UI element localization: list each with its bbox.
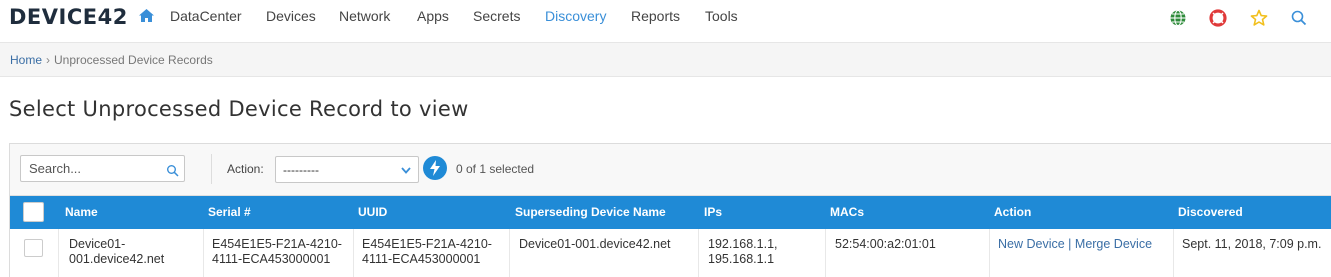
cell-name-line: 001.device42.net: [69, 252, 165, 266]
column-header-macs[interactable]: MACs: [830, 205, 864, 219]
cell-superseding: Device01-001.device42.net: [519, 237, 671, 251]
changelist-panel: Action: --------- 0 of 1 selected Name S…: [9, 143, 1331, 277]
breadcrumb-home-link[interactable]: Home: [10, 53, 42, 67]
cell-divider: [509, 229, 510, 277]
nav-discovery[interactable]: Discovery: [545, 8, 606, 24]
globe-icon[interactable]: [1169, 9, 1187, 27]
column-header-uuid[interactable]: UUID: [358, 205, 387, 219]
cell-divider: [825, 229, 826, 277]
nav-network[interactable]: Network: [339, 8, 390, 24]
selection-counter: 0 of 1 selected: [456, 162, 535, 176]
device42-logo[interactable]: DEVICE42: [9, 5, 128, 29]
action-select[interactable]: ---------: [275, 156, 419, 183]
column-header-discovered[interactable]: Discovered: [1178, 205, 1243, 219]
breadcrumb: Home › Unprocessed Device Records: [0, 42, 1331, 77]
row-checkbox[interactable]: [24, 239, 43, 257]
search-icon[interactable]: [1290, 9, 1308, 27]
nav-secrets[interactable]: Secrets: [473, 8, 520, 24]
cell-uuid-line: 4111-ECA453000001: [362, 252, 481, 266]
toolbar-divider: [211, 154, 212, 184]
cell-ips-line: 195.168.1.1: [708, 252, 775, 266]
column-header-action[interactable]: Action: [994, 205, 1031, 219]
cell-uuid-line: E454E1E5-F21A-4210-: [362, 237, 492, 251]
column-header-superseding[interactable]: Superseding Device Name: [515, 205, 666, 219]
cell-serial-line: E454E1E5-F21A-4210-: [212, 237, 342, 251]
top-navbar: DEVICE42 DataCenter Devices Network Apps…: [0, 0, 1331, 42]
cell-name-line: Device01-: [69, 237, 126, 251]
merge-device-link[interactable]: Merge Device: [1075, 237, 1152, 251]
cell-divider: [353, 229, 354, 277]
cell-discovered: Sept. 11, 2018, 7:09 p.m.: [1182, 237, 1322, 251]
star-icon[interactable]: [1250, 9, 1268, 27]
nav-apps[interactable]: Apps: [417, 8, 449, 24]
cell-ips-line: 192.168.1.1,: [708, 237, 778, 251]
cell-action: New Device | Merge Device: [998, 237, 1152, 252]
nav-reports[interactable]: Reports: [631, 8, 680, 24]
run-action-button[interactable]: [423, 156, 447, 180]
cell-divider: [203, 229, 204, 277]
cell-name[interactable]: Device01- 001.device42.net: [69, 237, 164, 267]
cell-ips: 192.168.1.1, 195.168.1.1: [708, 237, 778, 267]
breadcrumb-separator: ›: [46, 53, 50, 67]
table-header: Name Serial # UUID Superseding Device Na…: [10, 196, 1331, 229]
table-row: Device01- 001.device42.net E454E1E5-F21A…: [10, 229, 1331, 277]
column-header-serial[interactable]: Serial #: [208, 205, 251, 219]
nav-datacenter[interactable]: DataCenter: [170, 8, 242, 24]
cell-divider: [1173, 229, 1174, 277]
lightning-bolt-icon: [430, 160, 440, 176]
action-label: Action:: [227, 162, 264, 176]
column-header-ips[interactable]: IPs: [704, 205, 722, 219]
home-icon[interactable]: [138, 8, 155, 23]
cell-divider: [698, 229, 699, 277]
action-separator: |: [1068, 237, 1072, 251]
help-lifebuoy-icon[interactable]: [1209, 9, 1227, 27]
cell-uuid: E454E1E5-F21A-4210- 4111-ECA453000001: [362, 237, 492, 267]
page-title: Select Unprocessed Device Record to view: [9, 97, 469, 121]
nav-devices[interactable]: Devices: [266, 8, 316, 24]
new-device-link[interactable]: New Device: [998, 237, 1065, 251]
search-input[interactable]: [20, 155, 185, 182]
cell-serial-line: 4111-ECA453000001: [212, 252, 331, 266]
cell-divider: [58, 229, 59, 277]
cell-serial: E454E1E5-F21A-4210- 4111-ECA453000001: [212, 237, 342, 267]
breadcrumb-current: Unprocessed Device Records: [54, 53, 213, 67]
column-header-name[interactable]: Name: [65, 205, 98, 219]
cell-divider: [989, 229, 990, 277]
nav-tools[interactable]: Tools: [705, 8, 738, 24]
search-field-icon[interactable]: [166, 164, 179, 177]
select-all-checkbox[interactable]: [23, 202, 44, 222]
cell-macs: 52:54:00:a2:01:01: [835, 237, 936, 251]
chevron-down-icon: [401, 167, 411, 174]
changelist-toolbar: Action: --------- 0 of 1 selected: [10, 144, 1331, 196]
action-select-value: ---------: [283, 163, 319, 177]
